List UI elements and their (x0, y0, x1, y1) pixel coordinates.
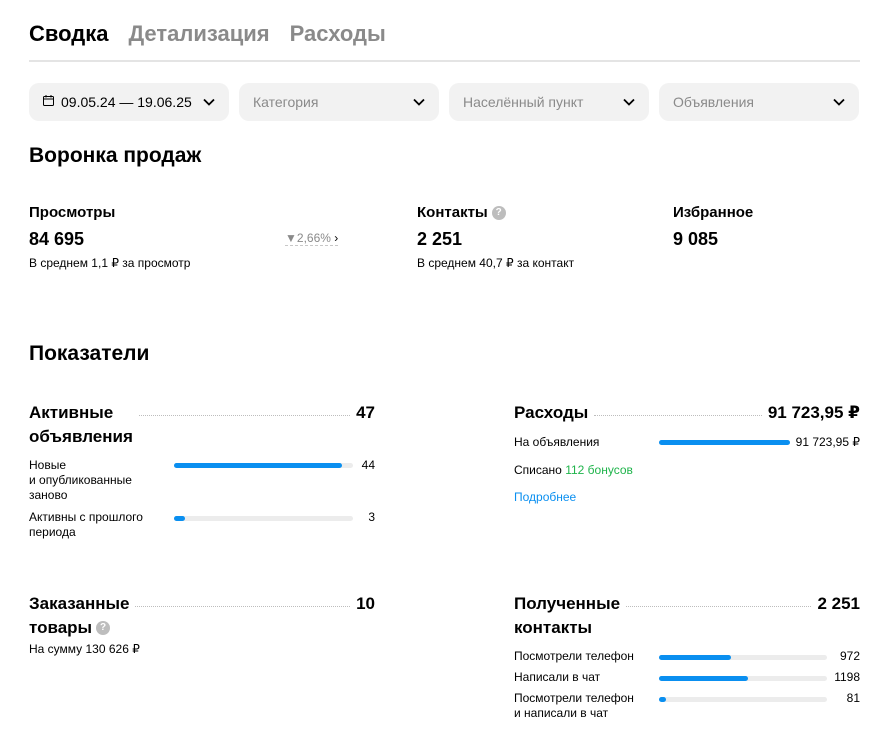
bar-row-wrote-chat: Написали в чат 1198 (514, 670, 860, 686)
bar-row-prev-active: Активны с прошлого периода 3 (29, 510, 375, 542)
expenses-block: Расходы 91 723,95 ₽ (514, 401, 860, 425)
filter-bar: 09.05.24 — 19.06.25 Категория Населённый… (29, 83, 859, 121)
active-ads-title: Активные объявления (29, 403, 133, 446)
bar-row-label: Посмотрели телефон и написали в чат (514, 691, 634, 720)
ordered-goods-block: Заказанные товары? 10 (29, 592, 375, 640)
bar-row-label: Написали в чат (514, 670, 601, 684)
chevron-down-icon (623, 98, 635, 106)
received-contacts-total: 2 251 (817, 594, 860, 613)
contacts-sub: В среднем 40,7 ₽ за контакт (417, 256, 575, 270)
more-details-link[interactable]: Подробнее (514, 490, 576, 505)
ordered-goods-sum: На сумму 130 626 ₽ (29, 642, 140, 656)
bonus-count: 112 бонусов (565, 463, 633, 477)
date-range-select[interactable]: 09.05.24 — 19.06.25 (29, 83, 229, 121)
expenses-title: Расходы (514, 403, 589, 422)
city-placeholder: Населённый пункт (463, 94, 584, 110)
question-icon[interactable]: ? (491, 206, 506, 220)
question-icon[interactable]: ? (96, 621, 111, 635)
bar-row-label: Активны с прошлого периода (29, 510, 143, 539)
views-trend-value: 2,66% (296, 231, 331, 245)
bar-row-value: 3 (368, 510, 375, 524)
bar-row-label: Посмотрели телефон (514, 649, 634, 663)
contacts-metric: Контакты? 2 251 В среднем 40,7 ₽ за конт… (417, 203, 574, 271)
bar-row-value: 972 (839, 649, 860, 663)
bar-track (659, 676, 827, 681)
ordered-goods-title: Заказанные товары? (29, 594, 130, 637)
bar-fill (174, 516, 185, 521)
category-placeholder: Категория (253, 94, 319, 110)
bar-track (174, 463, 353, 468)
contacts-label: Контакты (417, 204, 488, 221)
ordered-goods-total: 10 (356, 594, 375, 613)
dotted-leader (626, 592, 812, 607)
bar-row-value: 44 (361, 458, 375, 472)
bar-row-label: Новые и опубликованные заново (29, 458, 132, 502)
views-label: Просмотры (29, 204, 116, 221)
views-trend-link[interactable]: ▼2,66% › (285, 231, 339, 246)
bar-fill (659, 655, 732, 660)
favorites-value: 9 085 (673, 229, 719, 249)
active-ads-block: Активные объявления 47 (29, 401, 375, 449)
bar-row-value: 81 (846, 691, 860, 705)
dotted-leader (138, 401, 351, 416)
city-select[interactable]: Населённый пункт (449, 83, 649, 121)
active-ads-total: 47 (356, 403, 375, 422)
bar-track (174, 516, 353, 521)
bar-fill (659, 697, 666, 702)
bar-fill (659, 676, 749, 681)
written-off-text: Списано 112 бонусов (514, 463, 633, 477)
bar-track (659, 440, 790, 445)
trend-down-icon: ▼ (285, 231, 297, 245)
bar-fill (659, 440, 790, 445)
category-select[interactable]: Категория (239, 83, 439, 121)
dotted-leader (135, 592, 351, 607)
chevron-down-icon (203, 98, 215, 106)
views-value: 84 695 (29, 229, 85, 249)
chevron-down-icon (833, 98, 845, 106)
favorites-metric: Избранное 9 085 (673, 203, 753, 251)
ads-placeholder: Объявления (673, 94, 754, 110)
chevron-right-icon: › (330, 231, 339, 245)
tabs-divider (29, 60, 860, 62)
tab-expenses[interactable]: Расходы (290, 20, 386, 48)
tab-bar: Сводка Детализация Расходы (29, 20, 386, 48)
bar-row-value: 91 723,95 ₽ (795, 435, 860, 449)
contacts-value: 2 251 (417, 229, 463, 249)
bar-row-viewed-phone: Посмотрели телефон 972 (514, 649, 860, 665)
chevron-down-icon (413, 98, 425, 106)
tab-summary[interactable]: Сводка (29, 20, 108, 48)
indicators-title: Показатели (29, 342, 150, 365)
bar-row-new-ads: Новые и опубликованные заново 44 (29, 458, 375, 506)
favorites-label: Избранное (673, 204, 754, 221)
views-sub: В среднем 1,1 ₽ за просмотр (29, 256, 191, 270)
views-metric: Просмотры 84 695 В среднем 1,1 ₽ за прос… (29, 203, 190, 271)
bar-row-phone-and-chat: Посмотрели телефон и написали в чат 81 (514, 691, 860, 723)
received-contacts-block: Полученные контакты 2 251 (514, 592, 860, 640)
dotted-leader (594, 401, 762, 416)
bar-row-ads-expenses: На объявления 91 723,95 ₽ (514, 435, 860, 451)
bar-row-value: 1198 (834, 670, 860, 684)
bar-row-label: На объявления (514, 435, 600, 449)
date-range-value: 09.05.24 — 19.06.25 (61, 94, 192, 110)
tab-details[interactable]: Детализация (128, 20, 269, 48)
bar-track (659, 655, 827, 660)
bar-fill (174, 463, 343, 468)
received-contacts-title: Полученные контакты (514, 594, 621, 637)
expenses-total: 91 723,95 ₽ (767, 403, 860, 422)
ads-select[interactable]: Объявления (659, 83, 859, 121)
calendar-icon (43, 95, 54, 109)
bar-track (659, 697, 827, 702)
funnel-title: Воронка продаж (29, 144, 202, 167)
